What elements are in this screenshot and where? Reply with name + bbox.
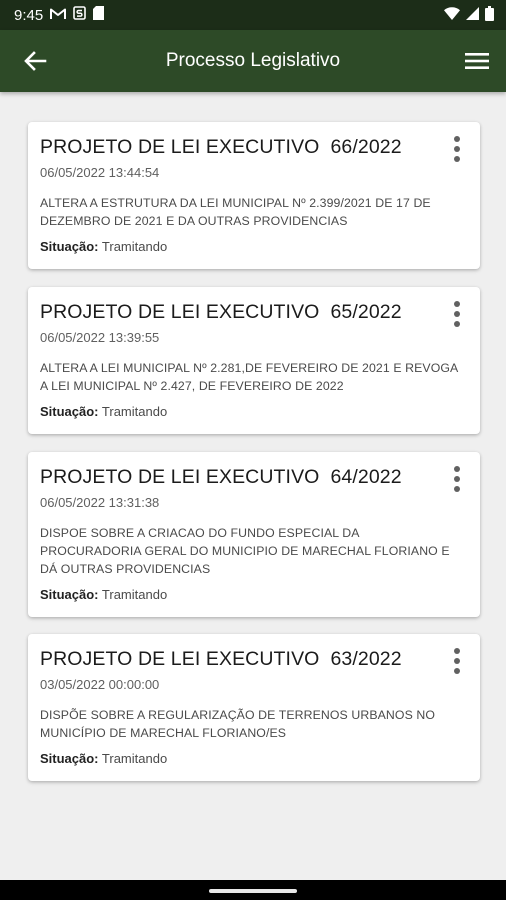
card-status: Situação: Tramitando — [40, 751, 167, 767]
status-label: Situação: — [40, 404, 99, 419]
card-description: ALTERA A ESTRUTURA DA LEI MUNICIPAL Nº 2… — [40, 196, 431, 228]
more-vert-icon[interactable] — [450, 136, 464, 162]
status-label: Situação: — [40, 239, 99, 254]
hamburger-menu-icon[interactable] — [464, 49, 490, 73]
status-time: 9:45 — [14, 6, 44, 24]
card-title: PROJETO DE LEI EXECUTIVO 63/2022 — [40, 648, 402, 670]
card-description: DISPÕE SOBRE A REGULARIZAÇÃO DE TERRENOS… — [40, 708, 436, 740]
process-card[interactable]: PROJETO DE LEI EXECUTIVO 66/2022 06/05/2… — [28, 122, 480, 269]
more-vert-icon[interactable] — [450, 648, 464, 674]
status-bar-left: 9:45 — [14, 6, 105, 24]
arrow-back-icon[interactable] — [22, 49, 48, 73]
status-value: Tramitando — [101, 404, 168, 419]
card-description: ALTERA A LEI MUNICIPAL Nº 2.281,DE FEVER… — [40, 361, 458, 393]
home-gesture-handle[interactable] — [209, 889, 297, 893]
card-title: PROJETO DE LEI EXECUTIVO 66/2022 — [40, 136, 402, 158]
card-status: Situação: Tramitando — [40, 404, 167, 420]
card-date: 06/05/2022 13:31:38 — [40, 495, 160, 510]
card-date: 06/05/2022 13:39:55 — [40, 330, 160, 345]
status-bar: 9:45 — [0, 0, 506, 30]
card-title: PROJETO DE LEI EXECUTIVO 64/2022 — [40, 466, 402, 488]
status-value: Tramitando — [101, 751, 168, 766]
status-label: Situação: — [40, 587, 99, 602]
card-title: PROJETO DE LEI EXECUTIVO 65/2022 — [40, 301, 402, 323]
process-card[interactable]: PROJETO DE LEI EXECUTIVO 63/2022 03/05/2… — [28, 634, 480, 781]
app-bar: Processo Legislativo — [0, 30, 506, 92]
sd-card-icon — [93, 6, 105, 24]
more-vert-icon[interactable] — [450, 301, 464, 327]
battery-icon — [485, 5, 494, 25]
page-title: Processo Legislativo — [165, 50, 341, 71]
s-app-icon — [73, 6, 87, 24]
gmail-icon — [50, 7, 67, 24]
card-date: 06/05/2022 13:44:54 — [40, 165, 160, 180]
status-label: Situação: — [40, 751, 99, 766]
wifi-icon — [444, 6, 460, 24]
card-status: Situação: Tramitando — [40, 239, 167, 255]
card-status: Situação: Tramitando — [40, 587, 167, 603]
status-value: Tramitando — [101, 587, 168, 602]
status-value: Tramitando — [101, 239, 168, 254]
signal-icon — [466, 6, 479, 24]
process-card[interactable]: PROJETO DE LEI EXECUTIVO 65/2022 06/05/2… — [28, 287, 480, 434]
status-bar-right — [444, 5, 494, 25]
card-description: DISPOE SOBRE A CRIACAO DO FUNDO ESPECIAL… — [40, 526, 450, 576]
more-vert-icon[interactable] — [450, 466, 464, 492]
card-date: 03/05/2022 00:00:00 — [40, 677, 160, 692]
process-card[interactable]: PROJETO DE LEI EXECUTIVO 64/2022 06/05/2… — [28, 452, 480, 617]
